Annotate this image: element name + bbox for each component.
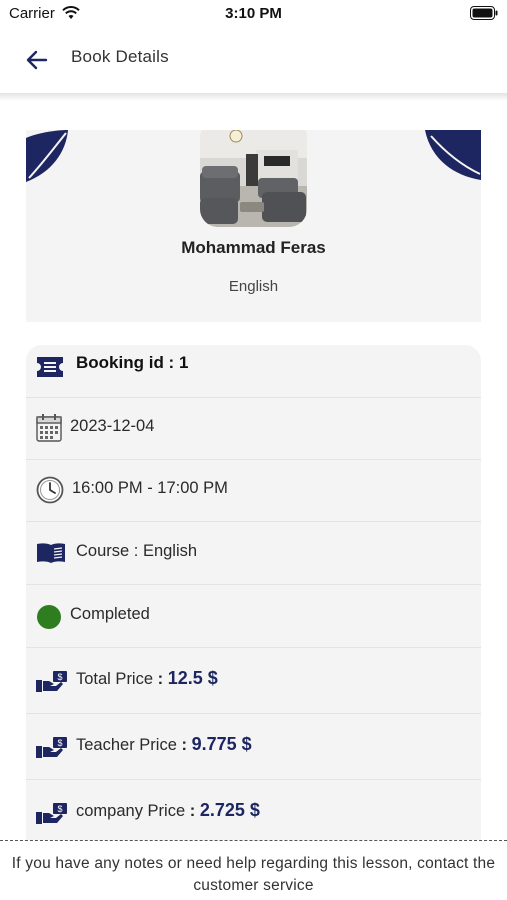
living-room-photo xyxy=(200,130,307,227)
calendar-icon xyxy=(36,414,62,442)
arrow-left-icon xyxy=(26,50,48,70)
svg-text:$: $ xyxy=(57,672,62,682)
status-row: Completed xyxy=(26,585,481,648)
back-button[interactable] xyxy=(18,44,58,74)
footer-divider xyxy=(0,840,507,841)
teacher-price-label: Teacher Price xyxy=(76,736,177,754)
leaf-decoration-icon xyxy=(26,130,68,182)
book-icon xyxy=(37,543,65,563)
payment-hand-icon: $ xyxy=(36,671,67,692)
booking-id-label: Booking id : xyxy=(76,353,175,372)
separator: : xyxy=(189,802,196,820)
booking-status: Completed xyxy=(70,605,150,623)
status-time: 3:10 PM xyxy=(225,5,282,22)
total-price-label: Total Price xyxy=(76,670,154,688)
company-price-label: company Price xyxy=(76,802,186,820)
teacher-name: Mohammad Feras xyxy=(181,238,326,257)
payment-hand-icon: $ xyxy=(36,803,67,824)
navigation-bar: Book Details xyxy=(0,28,507,94)
payment-hand-icon: $ xyxy=(36,737,67,758)
course-row: Course : English xyxy=(26,522,481,585)
company-price-value: 2.725 $ xyxy=(199,800,260,820)
booking-id-value: 1 xyxy=(178,353,189,372)
teacher-profile-card: Mohammad Feras English xyxy=(26,130,481,322)
battery-icon xyxy=(470,6,498,20)
booking-time: 16:00 PM - 17:00 PM xyxy=(72,479,228,497)
svg-text:$: $ xyxy=(57,738,62,748)
clock-icon xyxy=(36,476,64,504)
ticket-icon xyxy=(37,357,63,377)
svg-text:$: $ xyxy=(57,804,62,814)
total-price-value: 12.5 $ xyxy=(167,668,218,688)
separator: : xyxy=(181,736,187,754)
date-row: 2023-12-04 xyxy=(26,398,481,460)
status-dot-icon xyxy=(37,605,61,629)
page-title: Book Details xyxy=(71,47,169,66)
status-bar: Carrier 3:10 PM xyxy=(0,0,507,28)
teacher-photo xyxy=(200,130,307,227)
time-row: 16:00 PM - 17:00 PM xyxy=(26,460,481,522)
booking-id-row: Booking id : 1 xyxy=(26,345,481,398)
booking-date: 2023-12-04 xyxy=(70,417,155,435)
booking-details-card: Booking id : 1 2023-12-04 16:00 PM - 17:… xyxy=(26,345,481,840)
customer-service-note[interactable]: If you have any notes or need help regar… xyxy=(10,853,497,897)
separator: : xyxy=(157,670,164,688)
nav-shadow xyxy=(0,93,507,101)
company-price-row: $ company Price : 2.725 $ xyxy=(26,780,481,840)
teacher-price-row: $ Teacher Price : 9.775 $ xyxy=(26,714,481,780)
total-price-row: $ Total Price : 12.5 $ xyxy=(26,648,481,714)
teacher-language: English xyxy=(228,278,279,295)
leaf-decoration-icon xyxy=(425,130,481,180)
booking-course: Course : English xyxy=(76,542,198,560)
teacher-price-value: 9.775 $ xyxy=(191,734,252,754)
